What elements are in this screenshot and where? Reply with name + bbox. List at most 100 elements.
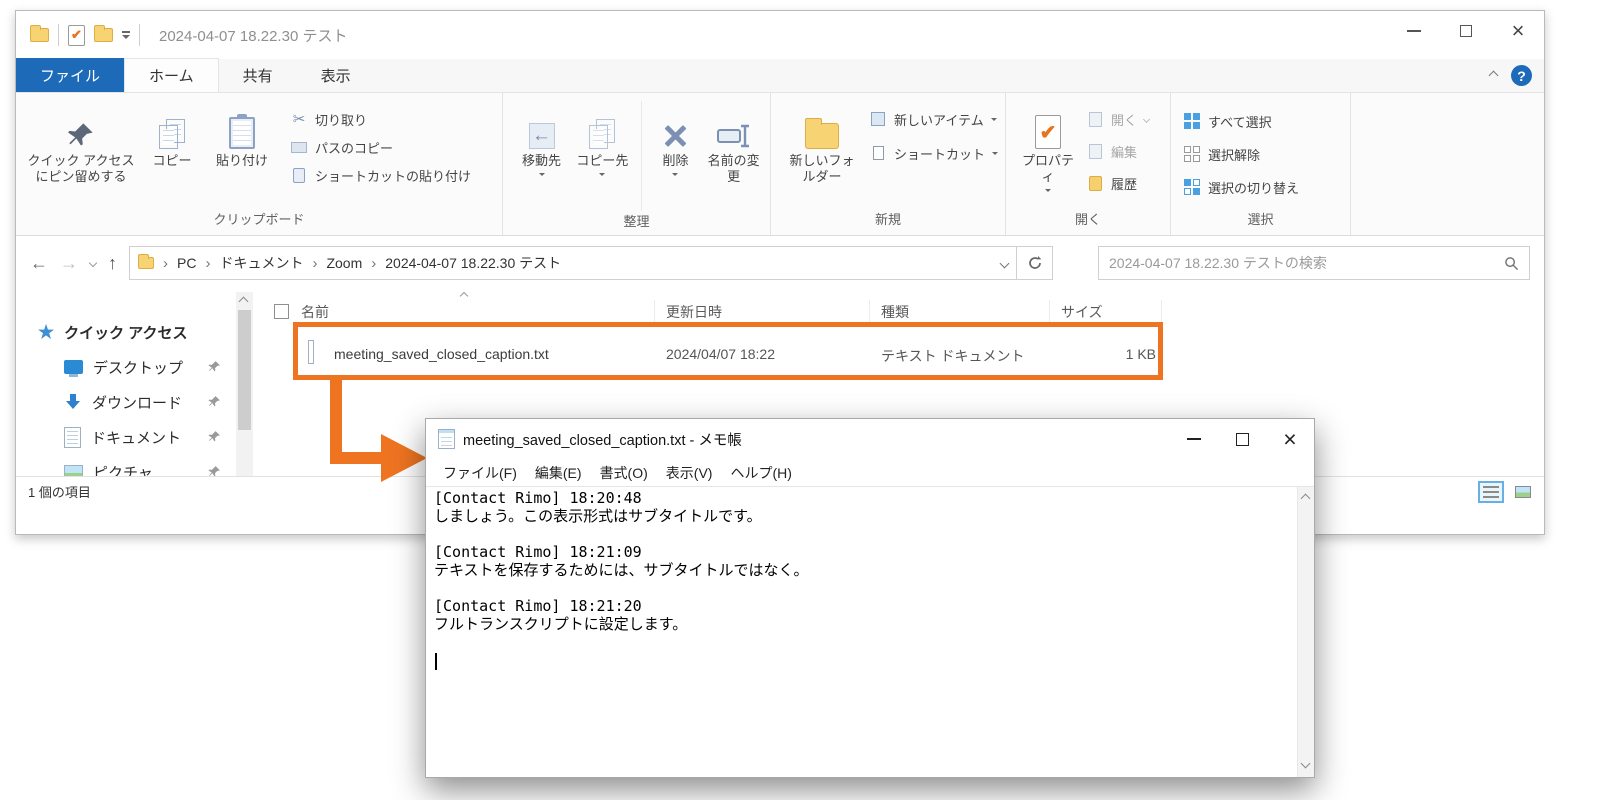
properties-quick-icon[interactable]: ✔ xyxy=(68,25,85,46)
group-label-clipboard: クリップボード xyxy=(16,209,502,235)
help-icon[interactable]: ? xyxy=(1511,65,1532,86)
sidebar-item-desktop[interactable]: デスクトップ xyxy=(64,354,183,380)
close-button[interactable]: × xyxy=(1266,419,1314,459)
new-shortcut-button[interactable]: ショートカット xyxy=(869,141,998,165)
rename-button[interactable]: 名前の変更 xyxy=(703,101,764,187)
copy-path-button[interactable]: パスのコピー xyxy=(290,135,471,159)
copy-to-icon xyxy=(589,103,615,149)
search-box[interactable]: 2024-04-07 18.22.30 テストの検索 xyxy=(1098,246,1530,280)
notepad-scrollbar[interactable] xyxy=(1297,487,1314,777)
paste-icon xyxy=(229,103,255,149)
customize-toolbar-button[interactable] xyxy=(122,31,130,39)
tab-file[interactable]: ファイル xyxy=(16,58,124,92)
document-icon xyxy=(64,427,81,448)
menu-format[interactable]: 書式(O) xyxy=(591,463,657,483)
minimize-button[interactable] xyxy=(1388,11,1440,51)
sidebar-item-quick-access[interactable]: ★ クイック アクセス xyxy=(38,319,188,345)
notepad-text[interactable]: [Contact Rimo] 18:20:48 しましょう。この表示形式はサブタ… xyxy=(434,489,1290,777)
invert-selection-icon xyxy=(1183,179,1201,195)
delete-button[interactable]: 削除 xyxy=(650,101,702,178)
sidebar-item-downloads[interactable]: ダウンロード xyxy=(64,389,182,415)
pin-icon[interactable] xyxy=(208,395,221,408)
paste-shortcut-icon xyxy=(290,168,308,183)
details-view-button[interactable] xyxy=(1478,481,1504,503)
select-none-button[interactable]: 選択解除 xyxy=(1183,142,1299,166)
menu-file[interactable]: ファイル(F) xyxy=(434,463,526,483)
sidebar-scrollbar[interactable] xyxy=(236,292,253,506)
new-folder-quick-icon[interactable] xyxy=(94,28,113,42)
scroll-up-icon[interactable] xyxy=(239,297,249,307)
tab-share[interactable]: 共有 xyxy=(219,58,297,92)
navigation-pane: ★ クイック アクセス デスクトップ ダウンロード ドキュメント ピクチャ xyxy=(16,292,256,506)
app-folder-icon xyxy=(30,28,49,42)
scroll-down-icon[interactable] xyxy=(1301,759,1311,769)
properties-button[interactable]: ✔ プロパティ xyxy=(1016,101,1080,194)
rename-icon xyxy=(717,103,751,149)
sidebar-item-documents[interactable]: ドキュメント xyxy=(64,424,181,450)
address-dropdown-icon[interactable] xyxy=(1000,258,1010,268)
scrollbar-thumb[interactable] xyxy=(238,310,251,430)
quick-access-star-icon: ★ xyxy=(38,322,54,343)
tab-view[interactable]: 表示 xyxy=(297,58,375,92)
maximize-button[interactable] xyxy=(1218,419,1266,459)
breadcrumb-zoom[interactable]: Zoom xyxy=(326,255,362,271)
copy-button[interactable]: コピー xyxy=(142,101,202,171)
edit-button[interactable]: 編集 xyxy=(1086,139,1149,163)
address-row: ← → ↑ › PC › ドキュメント › Zoom › 2024-04-07 … xyxy=(16,236,1544,290)
cut-button[interactable]: ✂ 切り取り xyxy=(290,107,471,131)
minimize-button[interactable] xyxy=(1170,419,1218,459)
column-header-name[interactable]: 名前 xyxy=(301,302,329,322)
copy-path-icon xyxy=(290,142,308,153)
quick-access-toolbar: ✔ 2024-04-07 18.22.30 テスト xyxy=(30,24,347,46)
collapse-ribbon-icon[interactable] xyxy=(1489,71,1499,81)
notepad-titlebar: meeting_saved_closed_caption.txt - メモ帳 × xyxy=(426,419,1314,459)
up-button[interactable]: ↑ xyxy=(108,253,117,274)
properties-icon: ✔ xyxy=(1035,103,1061,149)
invert-selection-button[interactable]: 選択の切り替え xyxy=(1183,175,1299,199)
select-none-icon xyxy=(1183,146,1201,162)
highlight-box xyxy=(293,322,1163,380)
breadcrumb-pc[interactable]: PC xyxy=(177,255,196,271)
menu-help[interactable]: ヘルプ(H) xyxy=(721,463,800,483)
close-button[interactable]: × xyxy=(1492,11,1544,51)
select-all-checkbox[interactable] xyxy=(274,304,289,319)
new-folder-button[interactable]: 新しいフォルダー xyxy=(783,101,861,187)
paste-shortcut-button[interactable]: ショートカットの貼り付け xyxy=(290,163,471,187)
column-header-type[interactable]: 種類 xyxy=(881,302,909,322)
scroll-up-icon[interactable] xyxy=(1301,494,1311,504)
ribbon-group-select: すべて選択 選択解除 選択の切り替え xyxy=(1171,93,1351,235)
notepad-editor[interactable]: [Contact Rimo] 18:20:48 しましょう。この表示形式はサブタ… xyxy=(426,487,1314,777)
open-button[interactable]: 開く xyxy=(1086,107,1149,131)
forward-button[interactable]: → xyxy=(60,253,78,274)
breadcrumb-documents[interactable]: ドキュメント xyxy=(219,253,303,273)
group-label-new: 新規 xyxy=(771,209,1005,235)
select-all-button[interactable]: すべて選択 xyxy=(1183,109,1299,133)
address-bar[interactable]: › PC › ドキュメント › Zoom › 2024-04-07 18.22.… xyxy=(129,246,1017,280)
column-header-modified[interactable]: 更新日時 xyxy=(666,302,722,322)
history-button[interactable]: 履歴 xyxy=(1086,171,1149,195)
pin-icon[interactable] xyxy=(208,430,221,443)
breadcrumb-current-folder[interactable]: 2024-04-07 18.22.30 テスト xyxy=(385,253,561,273)
maximize-button[interactable] xyxy=(1440,11,1492,51)
notepad-window: meeting_saved_closed_caption.txt - メモ帳 ×… xyxy=(425,418,1315,778)
explorer-titlebar: ✔ 2024-04-07 18.22.30 テスト × xyxy=(16,11,1544,59)
notepad-icon xyxy=(438,429,455,449)
back-button[interactable]: ← xyxy=(30,253,48,274)
refresh-button[interactable] xyxy=(1017,246,1053,280)
new-item-button[interactable]: 新しいアイテム xyxy=(869,107,998,131)
pin-to-quick-access-button[interactable]: クイック アクセスにピン留めする xyxy=(22,101,140,187)
recent-locations-icon[interactable] xyxy=(89,259,97,267)
menu-edit[interactable]: 編集(E) xyxy=(526,463,591,483)
column-header-size[interactable]: サイズ xyxy=(1061,302,1103,322)
menu-view[interactable]: 表示(V) xyxy=(657,463,722,483)
copy-to-button[interactable]: コピー先 xyxy=(572,101,633,178)
move-to-button[interactable]: ← 移動先 xyxy=(513,101,570,178)
pin-icon[interactable] xyxy=(208,360,221,373)
open-icon xyxy=(1086,112,1104,127)
notepad-title: meeting_saved_closed_caption.txt - メモ帳 xyxy=(463,429,742,450)
tab-home[interactable]: ホーム xyxy=(124,58,219,92)
thumbnails-view-button[interactable] xyxy=(1510,481,1536,503)
ribbon-group-open: ✔ プロパティ 開く 編集 xyxy=(1006,93,1171,235)
divider xyxy=(641,101,642,211)
paste-button[interactable]: 貼り付け xyxy=(204,101,280,171)
